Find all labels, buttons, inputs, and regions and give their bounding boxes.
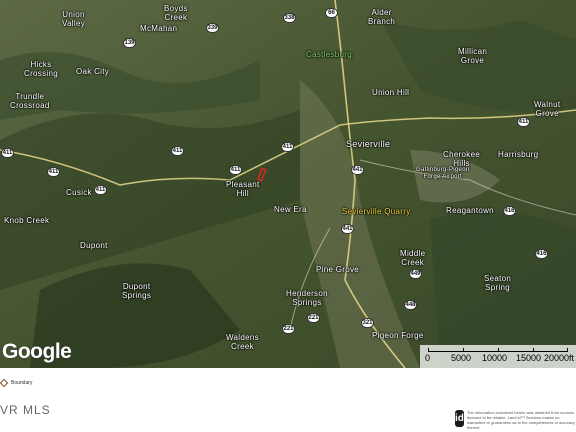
route-shield-448: 448	[404, 300, 417, 310]
route-shield-338: 338	[283, 13, 296, 23]
place-seaton-spring: Seaton Spring	[484, 274, 512, 292]
scale-label: 15000	[516, 353, 542, 363]
route-shield-321: 321	[361, 318, 374, 328]
land-id-logo-icon: id	[455, 410, 464, 427]
route-shield-221: 221	[307, 313, 320, 323]
place-henderson-springs: Henderson Springs	[286, 289, 328, 307]
terrain-imagery	[0, 0, 576, 368]
google-logo: Google	[2, 340, 72, 363]
scale-bar: 0 5000 10000 15000 20000ft	[420, 345, 576, 368]
place-sevierville-quarry: Sevierville Quarry	[342, 207, 411, 216]
place-walnut-grove: Walnut Grove	[534, 100, 561, 118]
place-pigeon-forge: Pigeon Forge	[372, 331, 424, 340]
place-dupont: Dupont	[80, 241, 108, 250]
place-millican-grove: Millican Grove	[458, 47, 488, 65]
place-oak-city: Oak City	[76, 67, 110, 76]
route-shield-449: 449	[409, 269, 422, 279]
route-shield-411: 411	[229, 165, 242, 175]
scale-label: 5000	[451, 353, 472, 363]
boundary-swatch-icon	[0, 378, 9, 388]
route-shield-416: 416	[503, 206, 516, 216]
place-pleasant-hill: Pleasant Hill	[226, 180, 260, 198]
place-mcmahan: McMahan	[140, 24, 178, 33]
place-pine-grove: Pine Grove	[316, 265, 360, 274]
route-shield-411: 411	[1, 148, 14, 158]
route-shield-441: 441	[351, 165, 364, 175]
place-union-hill: Union Hill	[372, 88, 410, 97]
route-shield-441: 441	[341, 224, 354, 234]
route-shield-411: 411	[47, 167, 60, 177]
mls-label: VR MLS	[0, 403, 51, 417]
place-boyds-creek: Boyds Creek	[164, 4, 188, 22]
route-shield-411: 411	[517, 117, 530, 127]
place-harrisburg: Harrisburg	[498, 150, 539, 159]
route-shield-416: 416	[535, 249, 548, 259]
scale-label: 20000ft	[544, 353, 575, 363]
place-airport: Gatlinburg-Pigeon Forge Airport	[416, 167, 470, 180]
route-shield-411: 411	[281, 142, 294, 152]
place-reagantown: Reagantown	[446, 206, 494, 215]
route-shield-139: 139	[123, 38, 136, 48]
route-shield-339: 339	[206, 23, 219, 33]
place-cherokee-hills: Cherokee Hills	[443, 150, 481, 168]
route-shield-221: 221	[282, 324, 295, 334]
map-view[interactable]: Union Valley McMahan Boyds Creek Alder B…	[0, 0, 576, 368]
route-shield-411: 411	[171, 146, 184, 156]
place-union-valley: Union Valley	[62, 10, 85, 28]
disclaimer: id The information contained herein was …	[455, 410, 576, 432]
place-sevierville: Sevierville	[346, 139, 391, 149]
place-new-era: New Era	[274, 205, 307, 214]
disclaimer-text: The information contained herein was obt…	[466, 410, 576, 430]
route-shield-411: 411	[94, 185, 107, 195]
place-castlesburg: Castlesburg	[306, 50, 352, 59]
scale-label: 10000	[482, 353, 508, 363]
place-cusick: Cusick	[66, 188, 92, 197]
place-middle-creek: Middle Creek	[400, 249, 426, 267]
place-dupont-springs: Dupont Springs	[122, 282, 152, 300]
route-shield-66: 66	[325, 8, 338, 18]
place-hicks-crossing: Hicks Crossing	[24, 60, 58, 78]
place-knob-creek: Knob Creek	[4, 216, 50, 225]
place-alder-branch: Alder Branch	[368, 8, 396, 26]
map-legend: Boundary	[0, 376, 32, 390]
scale-label: 0	[425, 353, 431, 363]
place-waldens-creek: Waldens Creek	[226, 333, 259, 351]
legend-boundary-label: Boundary	[11, 380, 33, 386]
place-trundle-crossroad: Trundle Crossroad	[10, 92, 50, 110]
